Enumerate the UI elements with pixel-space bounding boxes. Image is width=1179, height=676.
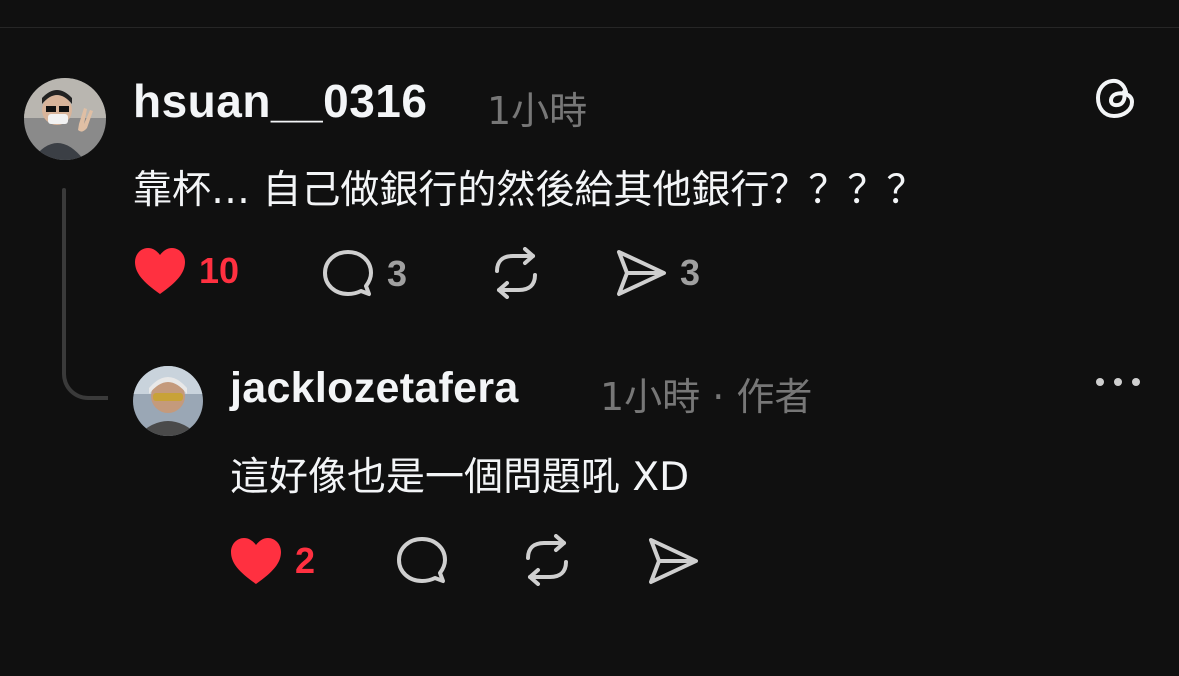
like-count: 10 — [199, 250, 240, 291]
thread-connector-line — [62, 188, 66, 338]
heart-filled-icon — [231, 538, 281, 584]
repost-button[interactable] — [489, 247, 543, 299]
heart-filled-icon — [135, 248, 185, 294]
like-button[interactable]: 10 — [133, 246, 239, 296]
threads-logo-icon[interactable] — [1092, 74, 1140, 122]
share-count: 3 — [680, 252, 701, 293]
comment-icon — [323, 250, 373, 296]
reply-avatar[interactable] — [133, 366, 203, 436]
reply-text: 這好像也是一個問題吼 XD — [230, 455, 690, 500]
reply-share-button[interactable] — [646, 536, 700, 586]
top-divider — [0, 27, 1179, 28]
reply-repost-button[interactable] — [520, 534, 574, 586]
comment-button[interactable]: 3 — [321, 248, 407, 300]
avatar[interactable] — [24, 78, 106, 160]
post-text: 靠杯… 自己做銀行的然後給其他銀行？？？？ — [133, 168, 926, 213]
reply-like-count: 2 — [295, 540, 316, 581]
comment-count: 3 — [387, 253, 408, 294]
post-timestamp: 1小時 — [487, 89, 588, 133]
repost-icon — [526, 534, 568, 586]
repost-icon — [495, 247, 537, 299]
more-icon[interactable] — [1094, 372, 1142, 392]
reply-comment-button[interactable] — [395, 535, 449, 587]
share-icon — [617, 250, 666, 296]
thread-connector-curve — [62, 336, 108, 400]
reply-meta: 1小時 · 作者 — [600, 375, 813, 419]
comment-icon — [397, 537, 447, 583]
post-username[interactable]: hsuan__0316 — [133, 74, 427, 128]
reply-username[interactable]: jacklozetafera — [230, 364, 519, 413]
reply-like-button[interactable]: 2 — [229, 536, 315, 586]
share-button[interactable]: 3 — [614, 248, 700, 298]
share-icon — [649, 538, 698, 584]
